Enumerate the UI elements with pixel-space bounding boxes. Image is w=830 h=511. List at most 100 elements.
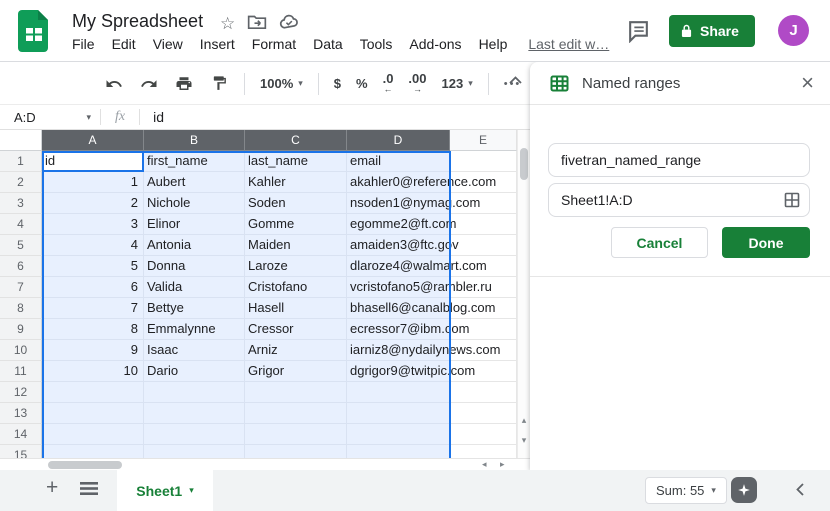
row-header-1[interactable]: 1 [0,151,42,172]
cell-B9[interactable]: Emmalynne [144,319,245,340]
cell-C15[interactable] [245,445,347,458]
cell-E14[interactable] [450,424,517,445]
cell-A6[interactable]: 5 [42,256,144,277]
cell-D9[interactable]: ecressor7@ibm.com [347,319,450,340]
row-header-10[interactable]: 10 [0,340,42,361]
document-title[interactable]: My Spreadsheet [72,11,203,32]
cell-C3[interactable]: Soden [245,193,347,214]
cell-A11[interactable]: 10 [42,361,144,382]
cell-E15[interactable] [450,445,517,458]
cell-C5[interactable]: Maiden [245,235,347,256]
cell-B13[interactable] [144,403,245,424]
cloud-saved-icon[interactable] [279,14,300,35]
sheets-logo-icon[interactable] [18,10,50,52]
row-header-2[interactable]: 2 [0,172,42,193]
range-reference-input[interactable] [548,183,810,217]
cell-A9[interactable]: 8 [42,319,144,340]
column-header-C[interactable]: C [245,130,347,151]
undo-icon[interactable] [104,74,124,94]
cell-C9[interactable]: Cressor [245,319,347,340]
column-header-A[interactable]: A [42,130,144,151]
format-percent-button[interactable]: % [356,76,368,91]
row-header-6[interactable]: 6 [0,256,42,277]
range-name-input[interactable] [548,143,810,177]
cell-B4[interactable]: Elinor [144,214,245,235]
cell-E4[interactable] [450,214,517,235]
explore-button[interactable] [731,477,757,503]
select-all-corner[interactable] [0,130,42,151]
comments-icon[interactable] [626,18,651,48]
collapse-panel-icon[interactable] [796,483,804,501]
cell-C11[interactable]: Grigor [245,361,347,382]
row-header-15[interactable]: 15 [0,445,42,458]
row-header-5[interactable]: 5 [0,235,42,256]
add-sheet-icon[interactable]: + [46,476,58,500]
cell-B15[interactable] [144,445,245,458]
sum-indicator[interactable]: Sum: 55 ▾ [645,477,727,504]
column-header-D[interactable]: D [347,130,450,151]
cell-B7[interactable]: Valida [144,277,245,298]
cell-C12[interactable] [245,382,347,403]
cell-B11[interactable]: Dario [144,361,245,382]
last-edit-link[interactable]: Last edit w… [528,36,609,52]
row-header-3[interactable]: 3 [0,193,42,214]
cell-D10[interactable]: iarniz8@nydailynews.com [347,340,450,361]
formula-input[interactable]: id [153,109,530,125]
cell-E13[interactable] [450,403,517,424]
row-header-9[interactable]: 9 [0,319,42,340]
row-header-11[interactable]: 11 [0,361,42,382]
vertical-scrollbar-thumb[interactable] [520,148,528,180]
menu-add-ons[interactable]: Add-ons [409,36,461,52]
cell-A4[interactable]: 3 [42,214,144,235]
cell-D7[interactable]: vcristofano5@rambler.ru [347,277,450,298]
close-icon[interactable]: × [801,68,814,98]
done-button[interactable]: Done [722,227,810,258]
row-header-8[interactable]: 8 [0,298,42,319]
cell-D8[interactable]: bhasell6@canalblog.com [347,298,450,319]
cell-B5[interactable]: Antonia [144,235,245,256]
cell-C4[interactable]: Gomme [245,214,347,235]
horizontal-scrollbar-thumb[interactable] [48,461,122,469]
star-icon[interactable]: ☆ [220,15,235,33]
move-folder-icon[interactable] [247,13,267,35]
scroll-left-icon[interactable]: ◂ [482,459,487,470]
cell-D11[interactable]: dgrigor9@twitpic.com [347,361,450,382]
cell-A8[interactable]: 7 [42,298,144,319]
cell-D12[interactable] [347,382,450,403]
cell-D15[interactable] [347,445,450,458]
cell-B2[interactable]: Aubert [144,172,245,193]
share-button[interactable]: Share [669,15,755,47]
cell-D6[interactable]: dlaroze4@walmart.com [347,256,450,277]
cell-D1[interactable]: email [347,151,450,172]
cell-C1[interactable]: last_name [245,151,347,172]
name-box[interactable]: A:D▾ [0,105,100,129]
menu-tools[interactable]: Tools [360,36,393,52]
select-data-range-icon[interactable] [784,192,800,213]
cell-A12[interactable] [42,382,144,403]
menu-view[interactable]: View [153,36,183,52]
cell-B6[interactable]: Donna [144,256,245,277]
cell-A5[interactable]: 4 [42,235,144,256]
paint-format-icon[interactable] [209,74,229,94]
cell-B3[interactable]: Nichole [144,193,245,214]
cell-E12[interactable] [450,382,517,403]
cell-E1[interactable] [450,151,517,172]
scroll-down-icon[interactable]: ▾ [518,435,530,446]
cell-A1[interactable]: id [42,151,144,172]
cell-A7[interactable]: 6 [42,277,144,298]
menu-edit[interactable]: Edit [112,36,136,52]
cell-B8[interactable]: Bettye [144,298,245,319]
zoom-select[interactable]: 100%▾ [260,76,303,91]
row-header-7[interactable]: 7 [0,277,42,298]
menu-data[interactable]: Data [313,36,343,52]
cell-D2[interactable]: akahler0@reference.com [347,172,450,193]
hide-menus-icon[interactable] [503,68,527,92]
cancel-button[interactable]: Cancel [611,227,708,258]
cell-A2[interactable]: 1 [42,172,144,193]
row-header-4[interactable]: 4 [0,214,42,235]
column-header-E[interactable]: E [450,130,517,151]
cell-B12[interactable] [144,382,245,403]
cell-B14[interactable] [144,424,245,445]
print-icon[interactable] [174,74,194,94]
vertical-scrollbar[interactable]: ▴ ▾ [517,130,530,458]
